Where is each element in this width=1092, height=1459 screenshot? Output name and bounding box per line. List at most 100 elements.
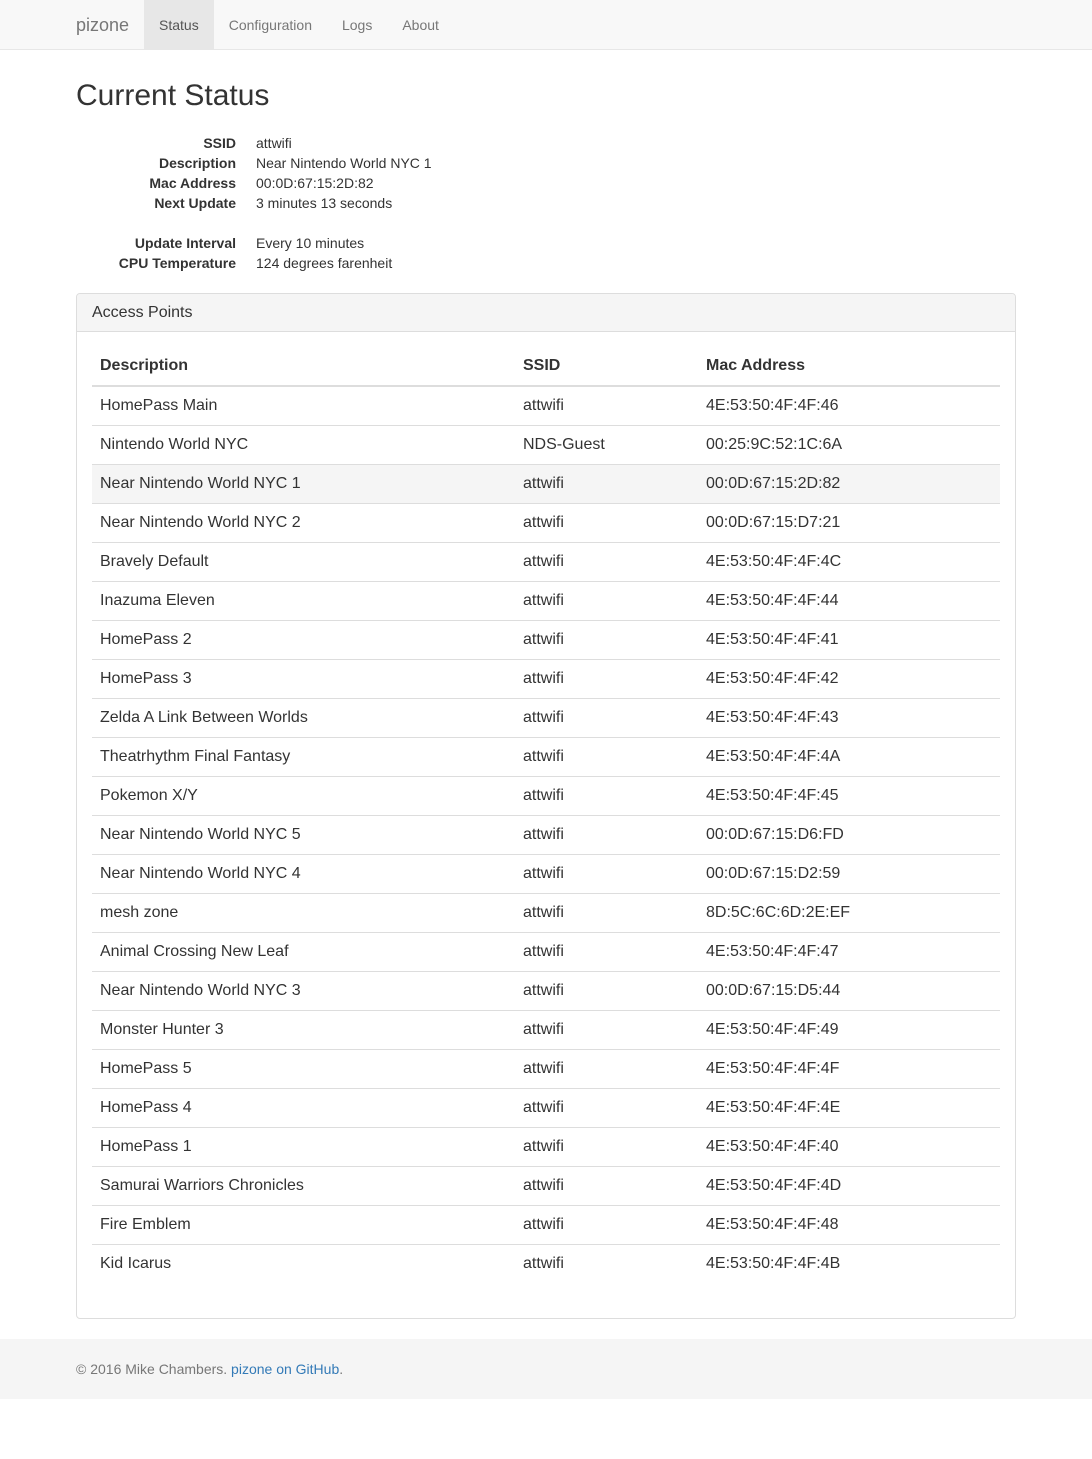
- cell-description: mesh zone: [92, 892, 515, 932]
- column-header-ssid: SSID: [515, 347, 698, 387]
- cell-ssid: attwifi: [515, 580, 698, 620]
- table-row: Pokemon X/Y attwifi 4E:53:50:4F:4F:45: [92, 775, 1000, 815]
- nav-item-status[interactable]: Status: [144, 0, 214, 49]
- update-interval-label: Update Interval: [134, 235, 236, 251]
- cell-mac-address: 8D:5C:6C:6D:2E:EF: [698, 892, 1000, 932]
- cell-mac-address: 00:0D:67:15:2D:82: [698, 463, 1000, 503]
- table-row: Near Nintendo World NYC 3 attwifi 00:0D:67…: [92, 970, 1000, 1010]
- update-interval-value: Every 10 minutes: [256, 235, 365, 251]
- cell-ssid: attwifi: [515, 736, 698, 776]
- nav-item-configuration[interactable]: Configuration: [214, 0, 327, 49]
- table-row: Near Nintendo World NYC 5 attwifi 00:0D:67…: [92, 814, 1000, 854]
- cpu-temperature-row: CPU Temperature 124 degrees farenheit: [76, 253, 576, 273]
- table-row: Near Nintendo World NYC 2 attwifi 00:0D:67…: [92, 502, 1000, 542]
- github-link[interactable]: pizone on GitHub: [231, 1361, 339, 1377]
- cell-description: Monster Hunter 3: [92, 1009, 515, 1049]
- brand-link[interactable]: pizone: [76, 0, 129, 50]
- nav-item-logs[interactable]: Logs: [327, 0, 387, 49]
- cell-ssid: attwifi: [523, 396, 564, 414]
- cell-description: Nintendo World NYC: [92, 424, 515, 464]
- cell-description: HomePass 3: [92, 658, 515, 698]
- table-row: HomePass 3 attwifi 4E:53:50:4F:4F:42: [92, 658, 1000, 698]
- table-row: HomePass 5 attwifi 4E:53:50:4F:4F:4F: [92, 1048, 1000, 1088]
- navbar: pizone Status Configuration Logs About: [0, 0, 1092, 50]
- cell-mac-address: 4E:53:50:4F:4F:44: [698, 580, 1000, 620]
- footer-text: © 2016 Mike Chambers. pizone on GitHub.: [76, 1339, 343, 1399]
- footer-suffix: .: [339, 1361, 344, 1377]
- cell-description: Near Nintendo World NYC 2: [92, 502, 515, 542]
- cell-description: Near Nintendo World NYC 4: [92, 853, 515, 893]
- table-row: Samurai Warriors Chronicles attwifi 4E:53:…: [92, 1165, 1000, 1205]
- page-title: Current Status: [76, 79, 270, 112]
- cell-ssid: attwifi: [515, 502, 698, 542]
- table-row: HomePass Main attwifi 4E:53:50:4F:4F:46: [92, 386, 1000, 425]
- cell-description: Pokemon X/Y: [92, 775, 515, 815]
- cell-ssid: attwifi: [515, 658, 698, 698]
- cell-mac-address: 4E:53:50:4F:4F:48: [698, 1204, 1000, 1244]
- cell-mac-address: 4E:53:50:4F:4F:4D: [698, 1165, 1000, 1205]
- cell-description: Theatrhythm Final Fantasy: [92, 736, 515, 776]
- table-row: Nintendo World NYC NDS-Guest 00:25:9C:52:1…: [92, 424, 1000, 464]
- cell-mac-address: 00:0D:67:15:D7:21: [698, 502, 1000, 542]
- nav-item-about[interactable]: About: [387, 0, 454, 49]
- update-interval-row: Update Interval Every 10 minutes: [76, 233, 576, 253]
- cell-ssid: attwifi: [515, 1048, 698, 1088]
- mac-address-value: 00:0D:67:15:2D:82: [256, 175, 374, 191]
- cell-mac-address: 00:0D:67:15:D2:59: [698, 853, 1000, 893]
- cell-ssid: attwifi: [515, 1204, 698, 1244]
- cell-description: HomePass Main: [100, 396, 218, 414]
- cell-mac-address: 4E:53:50:4F:4F:46: [706, 396, 839, 414]
- cell-ssid: attwifi: [515, 463, 698, 503]
- cell-ssid: attwifi: [515, 1087, 698, 1127]
- copyright-text: © 2016 Mike Chambers.: [76, 1361, 232, 1377]
- mac-address-label: Mac Address: [149, 175, 236, 191]
- cell-ssid: attwifi: [515, 1126, 698, 1166]
- access-points-table: Description SSID Mac Address HomePass Ma…: [92, 347, 1000, 1283]
- table-row: HomePass 4 attwifi 4E:53:50:4F:4F:4E: [92, 1087, 1000, 1127]
- table-row: Inazuma Eleven attwifi 4E:53:50:4F:4F:44: [92, 580, 1000, 620]
- cell-mac-address: 4E:53:50:4F:4F:43: [698, 697, 1000, 737]
- cell-ssid: attwifi: [515, 1009, 698, 1049]
- table-body: HomePass Main attwifi 4E:53:50:4F:4F:46 Nin…: [92, 386, 1000, 1283]
- cell-ssid: attwifi: [515, 619, 698, 659]
- cell-description: Zelda A Link Between Worlds: [92, 697, 515, 737]
- table-row: Near Nintendo World NYC 1 attwifi 00:0D:67…: [92, 463, 1000, 503]
- access-points-panel: Access Points Description SSID Mac Addre…: [76, 293, 1016, 1319]
- cell-ssid: attwifi: [515, 775, 698, 815]
- cell-mac-address: 00:0D:67:15:D5:44: [698, 970, 1000, 1010]
- cell-mac-address: 4E:53:50:4F:4F:4F: [698, 1048, 1000, 1088]
- ssid-row: SSID attwifi: [76, 133, 576, 153]
- cell-ssid: attwifi: [515, 853, 698, 893]
- cell-description: Kid Icarus: [92, 1243, 515, 1283]
- cell-description: HomePass 2: [92, 619, 515, 659]
- description-row: Description Near Nintendo World NYC 1: [76, 153, 576, 173]
- next-update-value: 3 minutes 13 seconds: [256, 195, 393, 211]
- cell-mac-address: 4E:53:50:4F:4F:4A: [698, 736, 1000, 776]
- cell-ssid: attwifi: [515, 1243, 698, 1283]
- ssid-label: SSID: [203, 135, 236, 151]
- table-row: Near Nintendo World NYC 4 attwifi 00:0D:67…: [92, 853, 1000, 893]
- table-row: Fire Emblem attwifi 4E:53:50:4F:4F:48: [92, 1204, 1000, 1244]
- cell-mac-address: 4E:53:50:4F:4F:4E: [698, 1087, 1000, 1127]
- table-row: Zelda A Link Between Worlds attwifi 4E:53:…: [92, 697, 1000, 737]
- cpu-temperature-label: CPU Temperature: [118, 255, 236, 271]
- mac-address-row: Mac Address 00:0D:67:15:2D:82: [76, 173, 576, 193]
- cell-mac-address: 4E:53:50:4F:4F:45: [698, 775, 1000, 815]
- cell-mac-address: 4E:53:50:4F:4F:47: [698, 931, 1000, 971]
- cell-ssid: NDS-Guest: [515, 424, 698, 464]
- column-header-mac-address: Mac Address: [698, 347, 1000, 387]
- cell-mac-address: 4E:53:50:4F:4F:4B: [698, 1243, 1000, 1283]
- cell-mac-address: 4E:53:50:4F:4F:40: [698, 1126, 1000, 1166]
- description-label: Description: [158, 155, 236, 171]
- next-update-label: Next Update: [154, 195, 236, 211]
- cell-description: Near Nintendo World NYC 5: [92, 814, 515, 854]
- cell-mac-address: 00:0D:67:15:D6:FD: [698, 814, 1000, 854]
- nav-menu: Status Configuration Logs About: [144, 0, 454, 49]
- table-row: HomePass 1 attwifi 4E:53:50:4F:4F:40: [92, 1126, 1000, 1166]
- cell-mac-address: 4E:53:50:4F:4F:42: [698, 658, 1000, 698]
- cpu-temperature-value: 124 degrees farenheit: [256, 255, 393, 271]
- cell-description: Near Nintendo World NYC 1: [92, 463, 515, 503]
- status-details: SSID attwifi Description Near Nintendo W…: [76, 133, 576, 273]
- cell-description: Inazuma Eleven: [92, 580, 515, 620]
- cell-mac-address: 4E:53:50:4F:4F:4C: [698, 541, 1000, 581]
